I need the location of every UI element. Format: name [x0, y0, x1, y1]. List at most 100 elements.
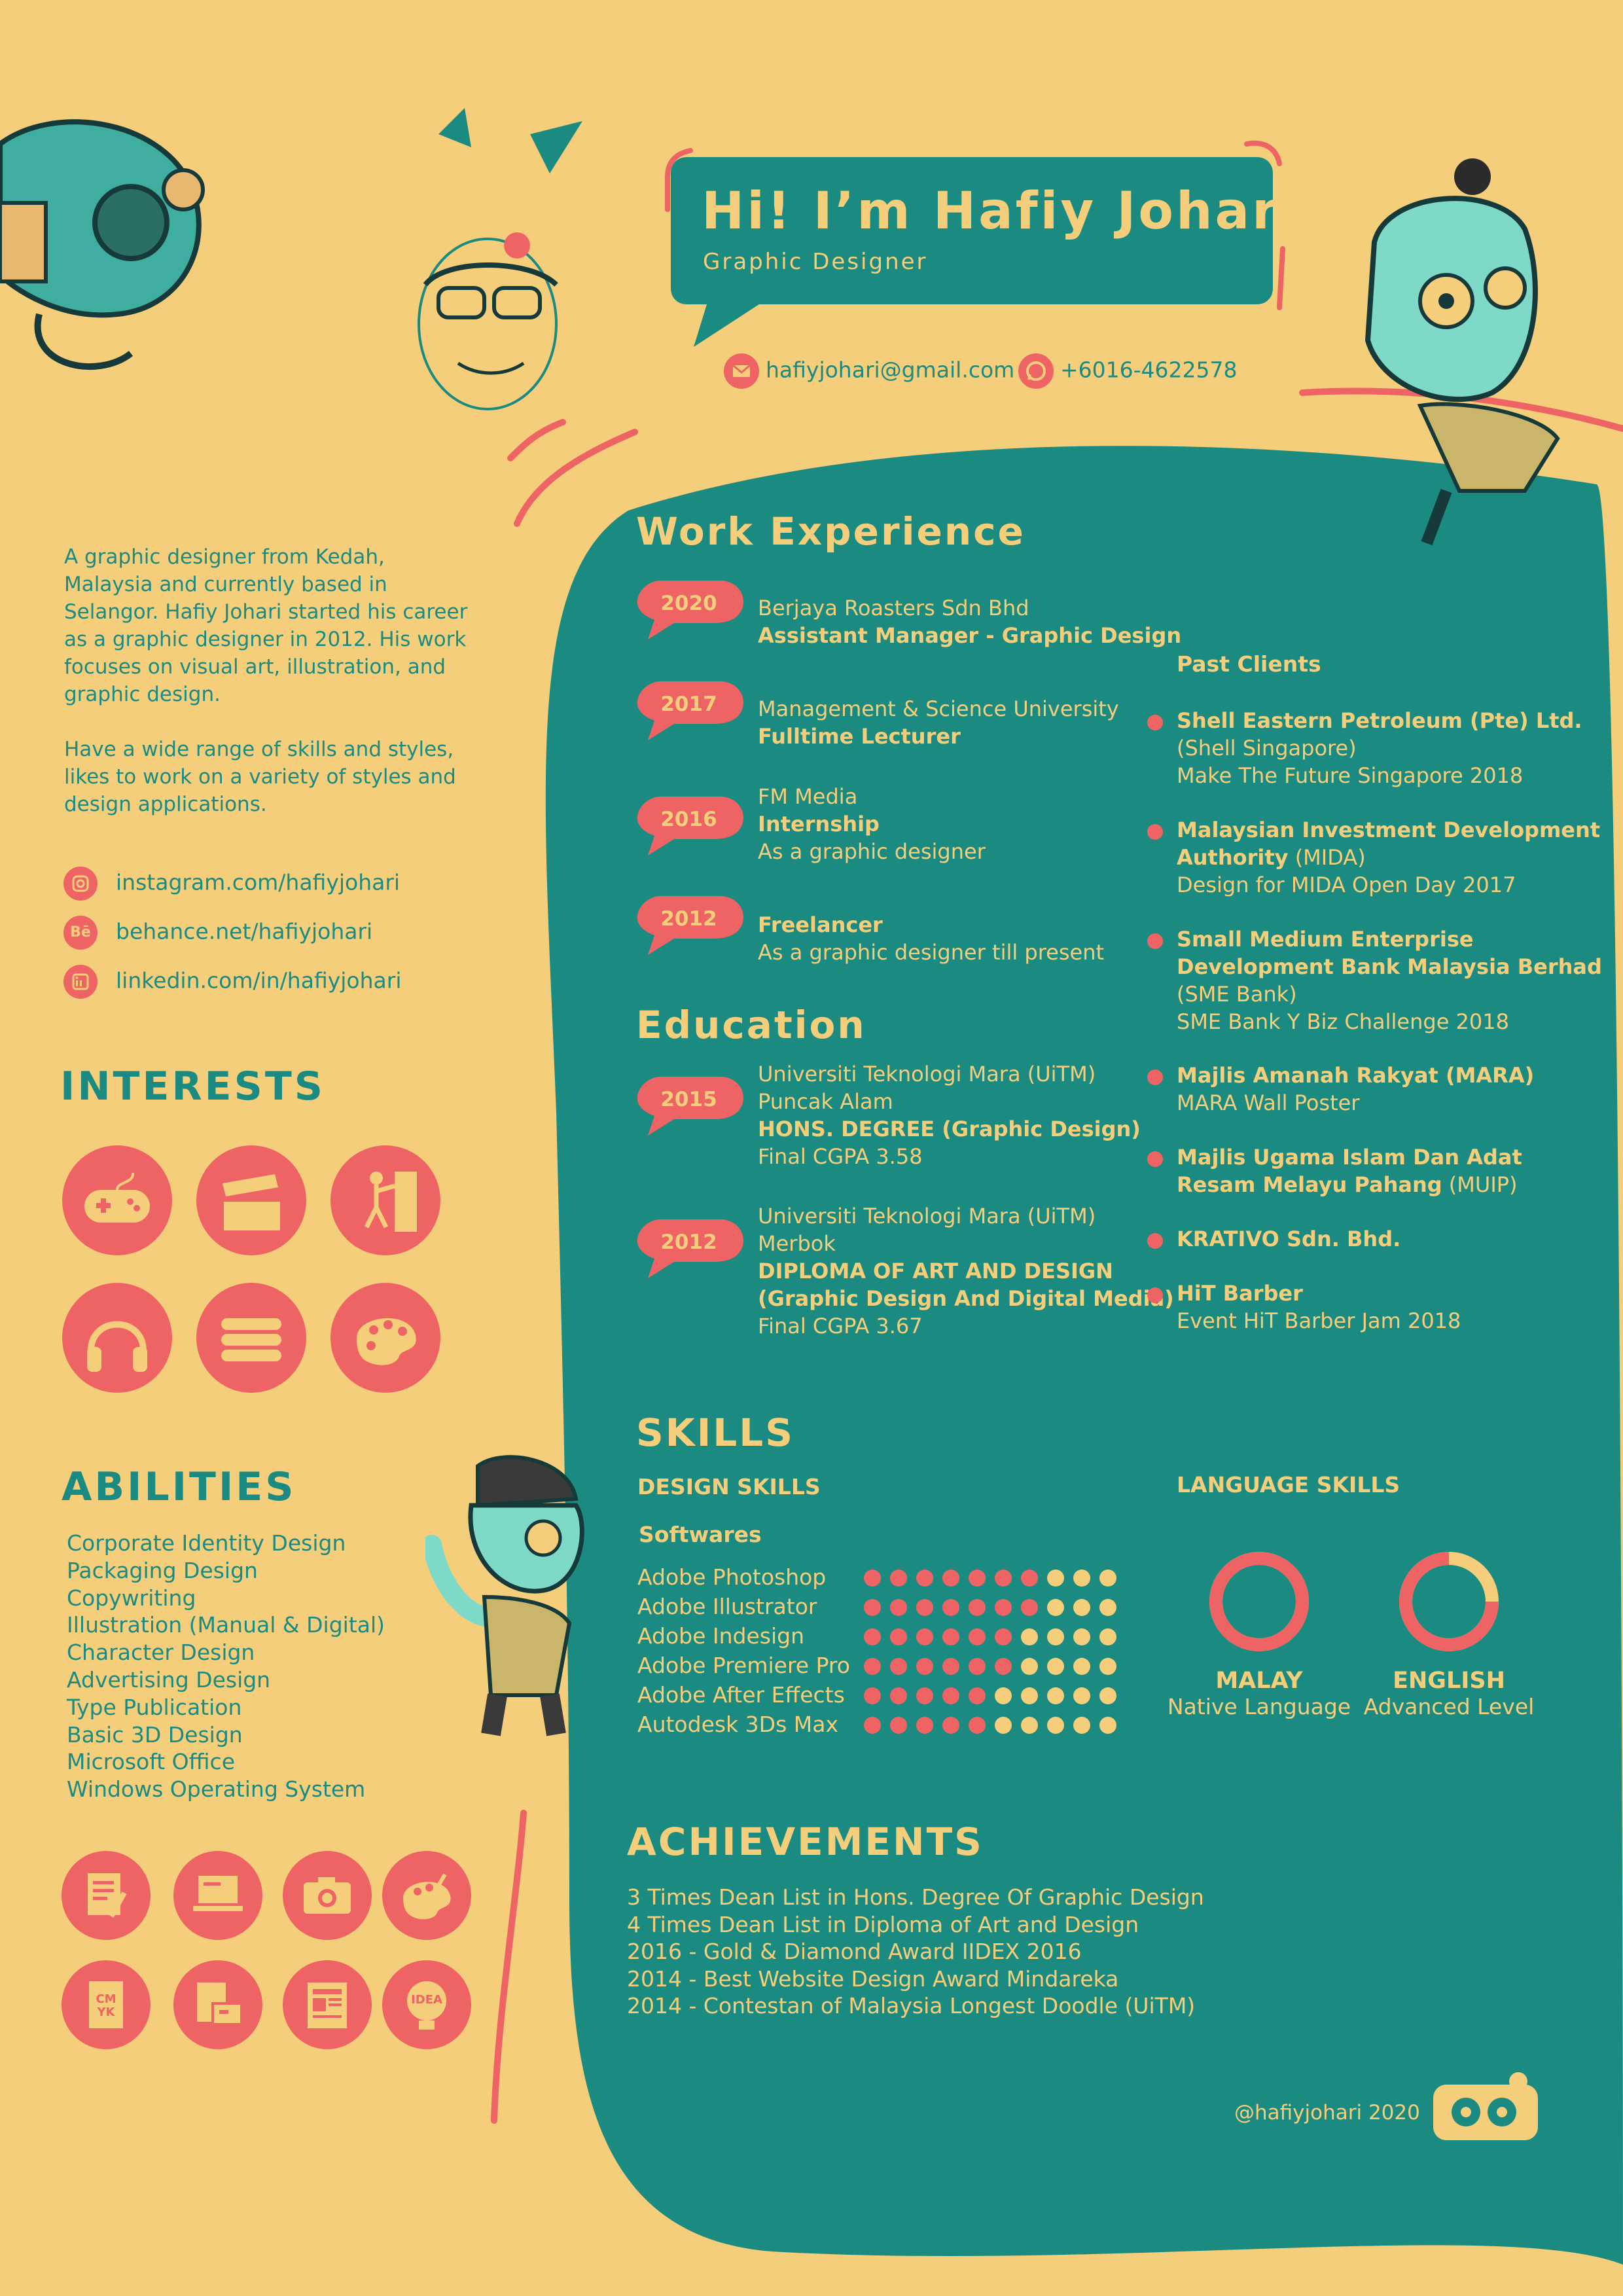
skill-dot	[1021, 1687, 1038, 1704]
footer-credit: @hafiyjohari 2020	[1234, 2101, 1420, 2125]
language-ring	[1399, 1552, 1499, 1651]
skill-dot	[995, 1628, 1012, 1645]
year-label: 2012	[660, 1230, 717, 1254]
achievement-item: 4 Times Dean List in Diploma of Art and …	[627, 1911, 1139, 1937]
resume-page: Hi! I’m Hafiy Johari Graphic Designer ha…	[0, 0, 1623, 2296]
about-section: A graphic designer from Kedah, Malaysia …	[64, 543, 476, 846]
language-ring	[1209, 1552, 1309, 1651]
skill-dot	[1099, 1599, 1116, 1616]
job-role: Internship	[758, 812, 880, 836]
work-entry-2017: Management & Science University Fulltime…	[758, 695, 1119, 750]
cgpa: Final CGPA 3.67	[758, 1314, 923, 1338]
skill-dot	[969, 1687, 986, 1704]
skill-dot	[864, 1628, 881, 1645]
bullet-dot	[1147, 824, 1163, 840]
social-link-instagram[interactable]: instagram.com/hafiyjohari	[63, 867, 400, 901]
skill-dot	[1047, 1687, 1064, 1704]
interests-heading: INTERESTS	[60, 1064, 325, 1109]
skill-dot	[1047, 1599, 1064, 1616]
achievement-item: 3 Times Dean List in Hons. Degree Of Gra…	[627, 1884, 1204, 1910]
language-level: Native Language	[1167, 1694, 1351, 1719]
email-contact[interactable]: hafiyjohari@gmail.com	[724, 353, 1014, 389]
client-line: (SME Bank)	[1177, 982, 1297, 1007]
degree-name: HONS. DEGREE (Graphic Design)	[758, 1117, 1141, 1141]
language-label: MALAY Native Language	[1154, 1668, 1364, 1719]
client-line: Make The Future Singapore 2018	[1177, 763, 1524, 788]
software-name: Adobe Indesign	[637, 1623, 804, 1649]
social-link-linkedin[interactable]: linkedin.com/in/hafiyjohari	[63, 965, 402, 999]
about-paragraph-1: A graphic designer from Kedah, Malaysia …	[64, 545, 468, 706]
clapperboard-icon	[196, 1145, 306, 1255]
social-text: behance.net/hafiyjohari	[116, 918, 373, 944]
company-name: Berjaya Roasters Sdn Bhd	[758, 596, 1029, 620]
social-text: instagram.com/hafiyjohari	[116, 869, 401, 895]
client-line: Malaysian Investment Development	[1177, 817, 1601, 842]
camera-icon	[283, 1851, 372, 1940]
phone-contact[interactable]: +6016-4622578	[1018, 353, 1238, 389]
skill-dot	[1047, 1628, 1064, 1645]
skill-dot	[1021, 1628, 1038, 1645]
skill-dot	[1021, 1658, 1038, 1675]
language-name: ENGLISH	[1393, 1668, 1505, 1694]
skill-dot	[890, 1628, 907, 1645]
bullet-dot	[1147, 933, 1163, 949]
client-item: HiT Barber Event HiT Barber Jam 2018	[1147, 1280, 1461, 1335]
skill-dot	[890, 1717, 907, 1734]
software-name: Adobe After Effects	[637, 1682, 845, 1708]
skill-dot	[1099, 1658, 1116, 1675]
job-role: Assistant Manager - Graphic Design	[758, 623, 1182, 648]
skill-dot	[1021, 1717, 1038, 1734]
cgpa: Final CGPA 3.58	[758, 1144, 923, 1169]
skill-dot	[942, 1687, 959, 1704]
skill-dot	[916, 1599, 933, 1616]
language-label: ENGLISH Advanced Level	[1344, 1668, 1554, 1719]
education-entry-2015: Universiti Teknologi Mara (UiTM) Puncak …	[758, 1060, 1141, 1170]
skill-dot	[1099, 1570, 1116, 1587]
alien-character-top-illustration	[1364, 158, 1560, 546]
language-name: MALAY	[1215, 1668, 1303, 1694]
job-note: As a graphic designer	[758, 839, 986, 864]
achievement-item: 2016 - Gold & Diamond Award IIDEX 2016	[627, 1939, 1082, 1964]
skill-dot	[1099, 1717, 1116, 1734]
logo-mascot-icon	[1433, 2072, 1538, 2140]
education-entry-2012: Universiti Teknologi Mara (UiTM) Merbok …	[758, 1202, 1174, 1340]
skill-dot	[890, 1658, 907, 1675]
language-skills-heading: LANGUAGE SKILLS	[1177, 1472, 1400, 1498]
skills-heading: SKILLS	[636, 1410, 794, 1455]
magazine-icon	[283, 1960, 372, 2049]
client-line: Majlis Ugama Islam Dan Adat	[1177, 1145, 1522, 1170]
skill-dot	[890, 1599, 907, 1616]
name-heading: Hi! I’m Hafiy Johari	[702, 182, 1300, 241]
client-item: Shell Eastern Petroleum (Pte) Ltd. (Shell…	[1147, 707, 1582, 789]
social-link-behance[interactable]: Bē behance.net/hafiyjohari	[63, 916, 372, 950]
campus-name: Puncak Alam	[758, 1089, 893, 1114]
degree-name: DIPLOMA OF ART AND DESIGN	[758, 1259, 1113, 1283]
skill-dot	[864, 1599, 881, 1616]
skill-dot	[916, 1717, 933, 1734]
year-label: 2020	[660, 592, 717, 615]
skill-dot	[995, 1687, 1012, 1704]
design-skills-heading: DESIGN SKILLS	[637, 1474, 821, 1499]
idea-bulb-icon: IDEA	[382, 1960, 471, 2049]
skill-dot	[1073, 1570, 1090, 1587]
abilities-heading: ABILITIES	[62, 1464, 296, 1510]
ability-item: Basic 3D Design	[67, 1721, 243, 1748]
skill-dot	[916, 1658, 933, 1675]
robot-skull-illustration	[0, 119, 205, 370]
skill-level-dots	[864, 1687, 1126, 1707]
palette-brush-icon	[382, 1851, 471, 1940]
ring-fill	[1209, 1552, 1309, 1651]
skill-dot	[1047, 1658, 1064, 1675]
achievement-item: 2014 - Best Website Design Award Mindare…	[627, 1965, 1119, 1992]
linkedin-icon	[63, 965, 98, 999]
software-name: Adobe Premiere Pro	[637, 1653, 850, 1678]
ability-item: Windows Operating System	[67, 1776, 366, 1803]
mail-icon	[724, 353, 759, 389]
skill-dot	[969, 1628, 986, 1645]
softwares-heading: Softwares	[639, 1522, 762, 1547]
instagram-icon	[63, 867, 98, 901]
work-experience-heading: Work Experience	[636, 509, 1026, 554]
skill-dot	[942, 1717, 959, 1734]
skill-level-dots	[864, 1628, 1126, 1648]
skill-dot	[916, 1687, 933, 1704]
